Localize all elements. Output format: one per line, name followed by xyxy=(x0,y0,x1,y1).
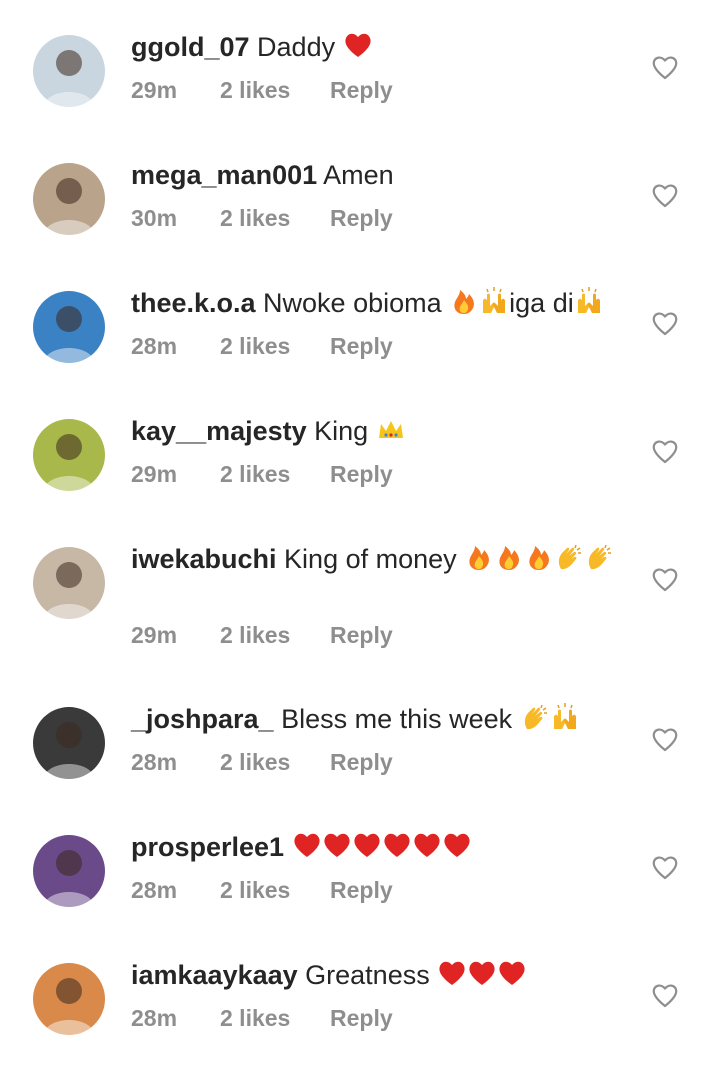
comment-body-continued: iga di xyxy=(509,288,574,319)
comment-meta: 29m 2 likes Reply xyxy=(131,622,393,649)
comment-text: iamkaaykaay Greatness xyxy=(131,958,621,996)
avatar[interactable] xyxy=(33,963,105,1035)
reply-button[interactable]: Reply xyxy=(330,877,393,904)
avatar[interactable] xyxy=(33,835,105,907)
likes-count[interactable]: 2 likes xyxy=(220,749,330,776)
username-link[interactable]: thee.k.o.a xyxy=(131,288,256,318)
comment-body: Daddy xyxy=(249,32,336,63)
reply-button[interactable]: Reply xyxy=(330,205,393,232)
fire-emoji-icon xyxy=(464,542,494,580)
comment-meta: 28m 2 likes Reply xyxy=(131,749,393,776)
comment-body: Nwoke obioma xyxy=(255,288,442,319)
red-heart-emoji-icon xyxy=(442,830,472,868)
comment-body: King of money xyxy=(276,544,457,575)
red-heart-emoji-icon xyxy=(382,830,412,868)
timestamp: 28m xyxy=(131,333,178,359)
clapping-hands-emoji-icon xyxy=(520,702,550,740)
timestamp: 29m xyxy=(131,77,178,103)
timestamp: 28m xyxy=(131,1005,178,1031)
comment-body: King xyxy=(306,416,369,447)
comment-text: _joshpara_ Bless me this week xyxy=(131,702,621,740)
username-link[interactable]: iwekabuchi xyxy=(131,544,277,574)
likes-count[interactable]: 2 likes xyxy=(220,77,330,104)
avatar[interactable] xyxy=(33,35,105,107)
heart-outline-icon[interactable] xyxy=(651,54,679,80)
raising-hands-emoji-icon xyxy=(550,702,580,740)
timestamp: 29m xyxy=(131,461,178,487)
red-heart-emoji-icon xyxy=(322,830,352,868)
comment-text: mega_man001 Amen xyxy=(131,158,621,192)
likes-count[interactable]: 2 likes xyxy=(220,205,330,232)
red-heart-emoji-icon xyxy=(352,830,382,868)
timestamp: 30m xyxy=(131,205,178,231)
likes-count[interactable]: 2 likes xyxy=(220,461,330,488)
red-heart-emoji-icon xyxy=(437,958,467,996)
comment-text: kay__majesty King xyxy=(131,414,621,452)
reply-button[interactable]: Reply xyxy=(330,1005,393,1032)
username-link[interactable]: prosperlee1 xyxy=(131,832,284,862)
fire-emoji-icon xyxy=(494,542,524,580)
avatar[interactable] xyxy=(33,547,105,619)
comment-meta: 28m 2 likes Reply xyxy=(131,877,393,904)
reply-button[interactable]: Reply xyxy=(330,622,393,649)
likes-count[interactable]: 2 likes xyxy=(220,877,330,904)
fire-emoji-icon xyxy=(524,542,554,580)
fire-emoji-icon xyxy=(449,286,479,324)
likes-count[interactable]: 2 likes xyxy=(220,622,330,649)
comment-body: Greatness xyxy=(297,960,430,991)
comment-body: Amen xyxy=(317,160,394,190)
username-link[interactable]: iamkaaykaay xyxy=(131,960,298,990)
username-link[interactable]: mega_man001 xyxy=(131,160,317,190)
red-heart-emoji-icon xyxy=(412,830,442,868)
comment-meta: 28m 2 likes Reply xyxy=(131,1005,393,1032)
raising-hands-emoji-icon xyxy=(574,286,604,324)
raising-hands-emoji-icon xyxy=(479,286,509,324)
heart-outline-icon[interactable] xyxy=(651,182,679,208)
heart-outline-icon[interactable] xyxy=(651,566,679,592)
username-link[interactable]: ggold_07 xyxy=(131,32,250,62)
avatar[interactable] xyxy=(33,707,105,779)
username-link[interactable]: _joshpara_ xyxy=(131,704,274,734)
red-heart-emoji-icon xyxy=(343,30,373,68)
red-heart-emoji-icon xyxy=(292,830,322,868)
heart-outline-icon[interactable] xyxy=(651,726,679,752)
crown-emoji-icon xyxy=(376,414,406,452)
clapping-hands-emoji-icon xyxy=(554,542,584,580)
timestamp: 28m xyxy=(131,877,178,903)
comment-meta: 29m 2 likes Reply xyxy=(131,461,393,488)
red-heart-emoji-icon xyxy=(467,958,497,996)
heart-outline-icon[interactable] xyxy=(651,854,679,880)
likes-count[interactable]: 2 likes xyxy=(220,333,330,360)
heart-outline-icon[interactable] xyxy=(651,438,679,464)
avatar[interactable] xyxy=(33,291,105,363)
heart-outline-icon[interactable] xyxy=(651,982,679,1008)
timestamp: 29m xyxy=(131,622,178,648)
comment-meta: 30m 2 likes Reply xyxy=(131,205,393,232)
reply-button[interactable]: Reply xyxy=(330,333,393,360)
reply-button[interactable]: Reply xyxy=(330,461,393,488)
username-link[interactable]: kay__majesty xyxy=(131,416,307,446)
comment-text: thee.k.o.a Nwoke obioma iga di xyxy=(131,286,621,324)
avatar[interactable] xyxy=(33,163,105,235)
reply-button[interactable]: Reply xyxy=(330,77,393,104)
clapping-hands-emoji-icon xyxy=(584,542,614,580)
likes-count[interactable]: 2 likes xyxy=(220,1005,330,1032)
comment-meta: 28m 2 likes Reply xyxy=(131,333,393,360)
heart-outline-icon[interactable] xyxy=(651,310,679,336)
comment-text: ggold_07 Daddy xyxy=(131,30,621,68)
reply-button[interactable]: Reply xyxy=(330,749,393,776)
red-heart-emoji-icon xyxy=(497,958,527,996)
comment-text: iwekabuchi King of money xyxy=(131,542,621,580)
timestamp: 28m xyxy=(131,749,178,775)
comment-text: prosperlee1 xyxy=(131,830,621,868)
comment-meta: 29m 2 likes Reply xyxy=(131,77,393,104)
avatar[interactable] xyxy=(33,419,105,491)
comment-body: Bless me this week xyxy=(273,704,513,735)
